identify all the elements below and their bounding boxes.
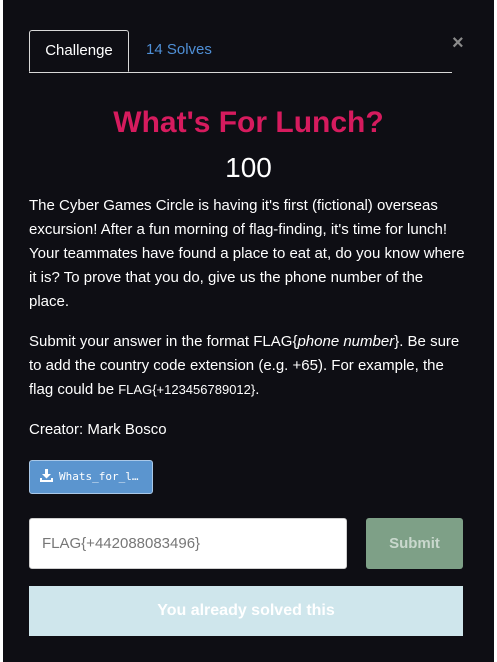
challenge-modal: × Challenge 14 Solves What's For Lunch? … [3,0,494,662]
close-icon[interactable]: × [452,33,464,53]
tab-bar: Challenge 14 Solves [29,30,452,73]
download-icon [40,469,53,482]
challenge-title: What's For Lunch? [113,106,384,139]
solved-notice: You already solved this [29,586,463,636]
format-text-c: . [255,381,260,398]
submit-button[interactable]: Submit [366,518,463,569]
tab-challenge[interactable]: Challenge [29,30,129,72]
format-placeholder: phone number [297,333,395,350]
format-text-a: Submit your answer in the format FLAG{ [29,333,298,350]
challenge-description: The Cyber Games Circle is having it's fi… [29,197,465,310]
challenge-format-instructions: Submit your answer in the format FLAG{ph… [29,330,466,402]
file-name: Whats_for_l… [59,470,139,483]
file-download-button[interactable]: Whats_for_l… [29,460,153,494]
tab-solves[interactable]: 14 Solves [146,30,212,70]
format-example-code: FLAG{+123456789012} [118,382,256,397]
challenge-points: 100 [225,152,272,183]
flag-answer-input[interactable] [29,518,347,569]
challenge-creator: Creator: Mark Bosco [29,421,167,438]
